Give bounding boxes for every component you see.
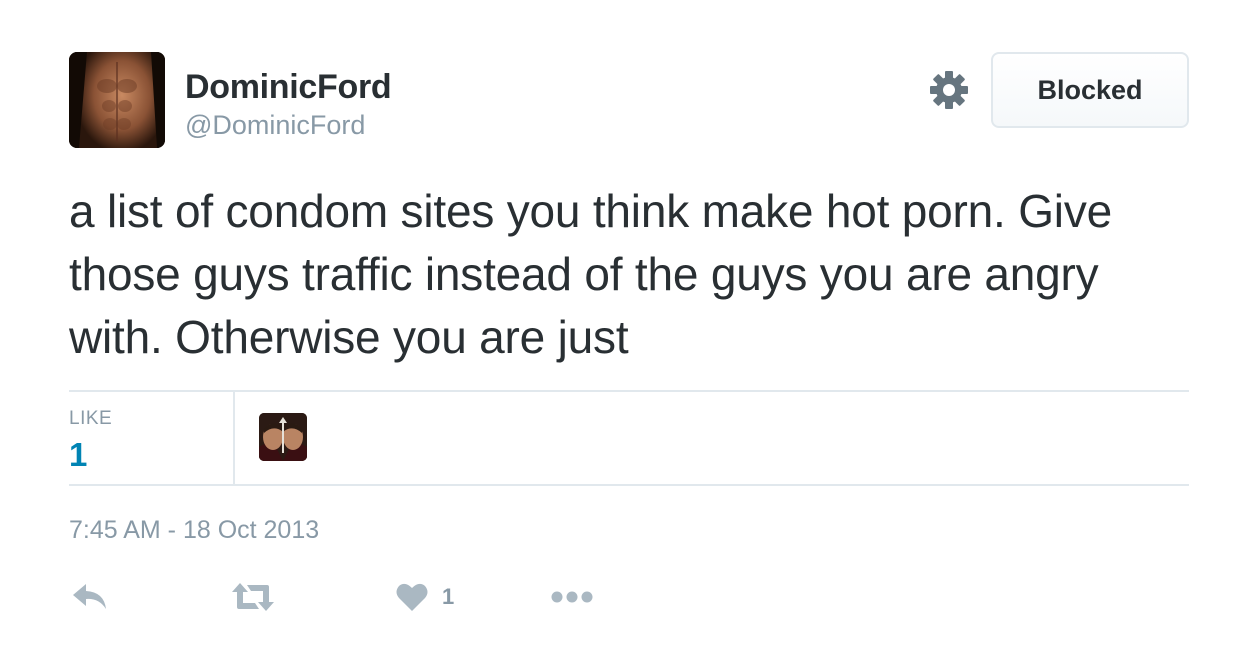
heart-icon (396, 582, 428, 612)
like-stat-label: LIKE (69, 408, 113, 429)
username[interactable]: @DominicFord (185, 110, 365, 141)
gear-icon[interactable] (929, 70, 969, 110)
more-button[interactable] (551, 575, 593, 619)
profile-avatar[interactable] (69, 52, 165, 148)
like-stat[interactable]: LIKE 1 (69, 392, 233, 484)
retweet-button[interactable] (231, 575, 275, 619)
avatar-image (69, 52, 165, 148)
tweet-stats: LIKE 1 (69, 392, 1189, 484)
like-action-count: 1 (442, 584, 455, 609)
like-button[interactable]: 1 (396, 575, 454, 619)
like-stat-count: 1 (69, 436, 88, 473)
tweet-text: a list of condom sites you think make ho… (69, 185, 1112, 363)
reply-button[interactable] (71, 575, 109, 619)
retweet-icon (231, 581, 275, 613)
divider (69, 484, 1189, 486)
stat-separator (233, 392, 235, 484)
liker-avatar-image (259, 413, 307, 461)
liker-avatar[interactable] (259, 413, 307, 461)
reply-icon (71, 581, 109, 613)
blocked-button[interactable]: Blocked (991, 52, 1189, 128)
tweet-card: DominicFord @DominicFord Blocked a list … (0, 0, 1256, 652)
tweet-timestamp[interactable]: 7:45 AM - 18 Oct 2013 (69, 516, 319, 545)
tweet-actions: 1 (69, 575, 669, 619)
display-name[interactable]: DominicFord (185, 68, 392, 107)
more-dots-icon (551, 590, 593, 604)
